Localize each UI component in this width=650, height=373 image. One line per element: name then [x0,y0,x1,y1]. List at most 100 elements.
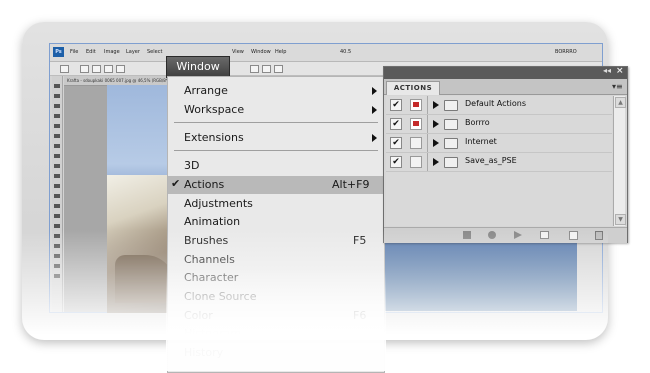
toggle-item-checkbox[interactable]: ✔ [390,118,402,130]
align-icon[interactable] [250,65,259,73]
collapse-panel-icon[interactable]: ◂◂ [603,66,611,75]
trash-icon[interactable] [595,231,603,240]
submenu-arrow-icon [372,134,377,142]
panel-title-bar[interactable]: ◂◂ × [384,66,627,79]
zoom-tool-icon[interactable] [54,274,60,278]
menu-item-workspace[interactable]: Workspace [168,101,384,119]
crop-tool-icon[interactable] [54,124,60,128]
menu-item-actions[interactable]: ✔ Actions Alt+F9 [168,176,384,194]
window-menu-title[interactable]: Window [166,56,230,78]
gradient-tool-icon[interactable] [54,194,60,198]
menu-help[interactable]: Help [275,49,286,55]
submenu-arrow-icon [372,87,377,95]
menu-window[interactable]: Window [251,49,271,55]
selection-mode-icon[interactable] [80,65,89,73]
menu-item-animation[interactable]: Animation [168,213,384,231]
action-set-name: Save_as_PSE [465,156,517,165]
selection-mode-icon[interactable] [104,65,113,73]
quick-select-tool-icon[interactable] [54,114,60,118]
brush-tool-icon[interactable] [54,154,60,158]
menu-item-channels[interactable]: Channels [168,251,384,269]
menu-item-histogram[interactable]: Histogram [168,325,384,343]
history-brush-tool-icon[interactable] [54,174,60,178]
workspace-switcher[interactable]: BORRRO [555,49,577,55]
menu-view[interactable]: View [232,49,244,55]
shape-tool-icon[interactable] [54,254,60,258]
expand-triangle-icon[interactable] [433,158,439,166]
menu-item-label: Arrange [184,84,228,97]
menu-item-clone-source[interactable]: Clone Source [168,288,384,306]
record-icon[interactable] [488,231,496,239]
dialog-toggle-icon[interactable] [410,156,422,168]
toggle-item-checkbox[interactable]: ✔ [390,99,402,111]
menu-item-3d[interactable]: 3D [168,157,384,175]
close-icon[interactable]: × [616,66,624,76]
selection-mode-icon[interactable] [116,65,125,73]
toggle-item-checkbox[interactable]: ✔ [390,156,402,168]
action-set-row[interactable]: ✔ Internet [386,134,612,153]
menu-edit[interactable]: Edit [86,49,96,55]
new-set-icon[interactable] [540,231,549,239]
new-action-icon[interactable] [569,231,578,240]
zoom-level[interactable]: 40.5 [340,49,351,55]
healing-tool-icon[interactable] [54,144,60,148]
column-divider [427,153,428,171]
menu-select[interactable]: Select [147,49,162,55]
panel-menu-icon[interactable]: ▾≡ [612,82,623,91]
actions-list: ✔ Default Actions ✔ Borrro ✔ Internet ✔ [386,96,612,226]
action-set-row[interactable]: ✔ Default Actions [386,96,612,115]
dialog-toggle-icon[interactable] [410,137,422,149]
menu-item-color[interactable]: Color F6 [168,307,384,325]
menu-item-arrange[interactable]: Arrange [168,82,384,100]
path-select-tool-icon[interactable] [54,244,60,248]
dialog-toggle-icon[interactable] [410,99,422,111]
scroll-up-icon[interactable]: ▲ [615,97,626,108]
menu-file[interactable]: File [70,49,78,55]
dialog-toggle-icon[interactable] [410,118,422,130]
menu-layer[interactable]: Layer [126,49,140,55]
align-icon[interactable] [274,65,283,73]
menu-item-brushes[interactable]: Brushes F5 [168,232,384,250]
dodge-tool-icon[interactable] [54,214,60,218]
menu-item-history[interactable]: History [168,344,384,362]
expand-triangle-icon[interactable] [433,139,439,147]
stamp-tool-icon[interactable] [54,164,60,168]
column-divider [427,96,428,114]
action-set-name: Internet [465,137,497,146]
play-icon[interactable] [514,231,522,239]
action-set-row[interactable]: ✔ Save_as_PSE [386,153,612,172]
menu-item-extensions[interactable]: Extensions [168,129,384,147]
menu-item-character[interactable]: Character [168,269,384,287]
menu-item-adjustments[interactable]: Adjustments [168,195,384,213]
selection-mode-icon[interactable] [92,65,101,73]
blur-tool-icon[interactable] [54,204,60,208]
move-tool-icon[interactable] [54,84,60,88]
hand-tool-icon[interactable] [54,264,60,268]
menu-item-shortcut: F5 [353,234,367,247]
type-tool-icon[interactable] [54,234,60,238]
submenu-arrow-icon [372,106,377,114]
panel-scrollbar[interactable]: ▲ ▼ [613,96,626,226]
scroll-down-icon[interactable]: ▼ [615,214,626,225]
expand-triangle-icon[interactable] [433,120,439,128]
eraser-tool-icon[interactable] [54,184,60,188]
window-menu: Arrange Workspace Extensions 3D ✔ Action… [167,76,385,373]
eyedropper-tool-icon[interactable] [54,134,60,138]
menu-item-label: Brushes [184,234,229,247]
align-icon[interactable] [262,65,271,73]
action-set-name: Borrro [465,118,490,127]
marquee-tool-icon[interactable] [54,94,60,98]
tab-actions[interactable]: ACTIONS [386,81,440,95]
toggle-item-checkbox[interactable]: ✔ [390,137,402,149]
actions-panel: ◂◂ × ACTIONS ▾≡ ✔ Default Actions ✔ Borr… [383,66,628,243]
folder-icon [444,157,458,168]
menu-image[interactable]: Image [104,49,120,55]
lasso-tool-icon[interactable] [54,104,60,108]
pen-tool-icon[interactable] [54,224,60,228]
expand-triangle-icon[interactable] [433,101,439,109]
column-divider [427,134,428,152]
action-set-row[interactable]: ✔ Borrro [386,115,612,134]
tool-preset-icon[interactable] [60,65,69,73]
stop-icon[interactable] [463,231,471,239]
action-set-name: Default Actions [465,99,526,108]
